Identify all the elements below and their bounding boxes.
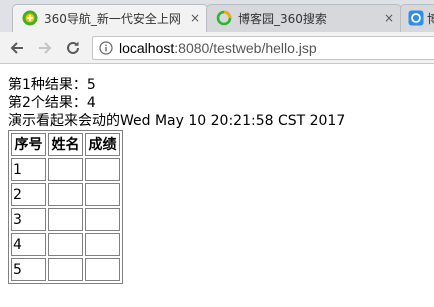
tab-blog[interactable]: 博 [400, 4, 434, 32]
header-name: 姓名 [48, 133, 83, 156]
reload-icon [67, 41, 79, 54]
table-header-row: 序号 姓名 成绩 [11, 133, 120, 156]
header-score: 成绩 [85, 133, 120, 156]
page-content: 第1种结果：5 第2个结果：4 演示看起来会动的Wed May 10 20:21… [8, 76, 345, 284]
table-cell: 5 [11, 258, 46, 281]
forward-arrow-icon [39, 42, 52, 54]
url-text: localhost:8080/testweb/hello.jsp [119, 40, 317, 56]
table-row: 5 [11, 258, 120, 281]
table-cell [48, 258, 83, 281]
reload-button[interactable] [62, 37, 84, 59]
back-arrow-icon [10, 42, 23, 54]
info-icon[interactable] [99, 41, 113, 55]
back-button[interactable] [6, 37, 28, 59]
browser-toolbar: localhost:8080/testweb/hello.jsp [0, 32, 434, 64]
address-bar[interactable]: localhost:8080/testweb/hello.jsp [92, 36, 434, 60]
table-cell: 2 [11, 183, 46, 206]
table-row: 2 [11, 183, 120, 206]
tab-close-icon[interactable]: × [384, 11, 394, 25]
forward-button[interactable] [34, 37, 56, 59]
tab-close-icon[interactable]: × [190, 11, 200, 25]
table-cell [85, 158, 120, 181]
result-line-2: 第2个结果：4 [8, 95, 96, 111]
url-host: localhost [119, 40, 175, 56]
table-cell [48, 233, 83, 256]
table-cell: 3 [11, 208, 46, 231]
table-row: 1 [11, 158, 120, 181]
360-favicon-icon [22, 10, 38, 26]
table-cell: 1 [11, 158, 46, 181]
result-line-1: 第1种结果：5 [8, 77, 96, 93]
table-row: 3 [11, 208, 120, 231]
table-row: 4 [11, 233, 120, 256]
header-index: 序号 [11, 133, 46, 156]
tab-blog-search[interactable]: 博客园_360搜索 × [206, 4, 402, 32]
tab-title: 360导航_新一代安全上网 [44, 11, 180, 26]
url-path: :8080/testweb/hello.jsp [174, 40, 317, 56]
tab-title: 博客园_360搜索 [238, 11, 327, 26]
table-cell [85, 208, 120, 231]
tab-title: 博 [427, 11, 434, 26]
table-cell [85, 258, 120, 281]
tab-360-nav[interactable]: 360导航_新一代安全上网 × [12, 4, 208, 32]
date-line: 演示看起来会动的Wed May 10 20:21:58 CST 2017 [8, 113, 346, 129]
table-cell [48, 158, 83, 181]
360-search-favicon-icon [216, 10, 232, 26]
table-cell [48, 183, 83, 206]
blog-favicon-icon [408, 10, 424, 26]
table-cell [85, 233, 120, 256]
table-cell [48, 208, 83, 231]
score-table: 序号 姓名 成绩 1 2 3 4 5 [8, 130, 123, 284]
table-cell: 4 [11, 233, 46, 256]
table-cell [85, 183, 120, 206]
tab-strip: 360导航_新一代安全上网 × 博客园_360搜索 × 博 [0, 0, 434, 32]
